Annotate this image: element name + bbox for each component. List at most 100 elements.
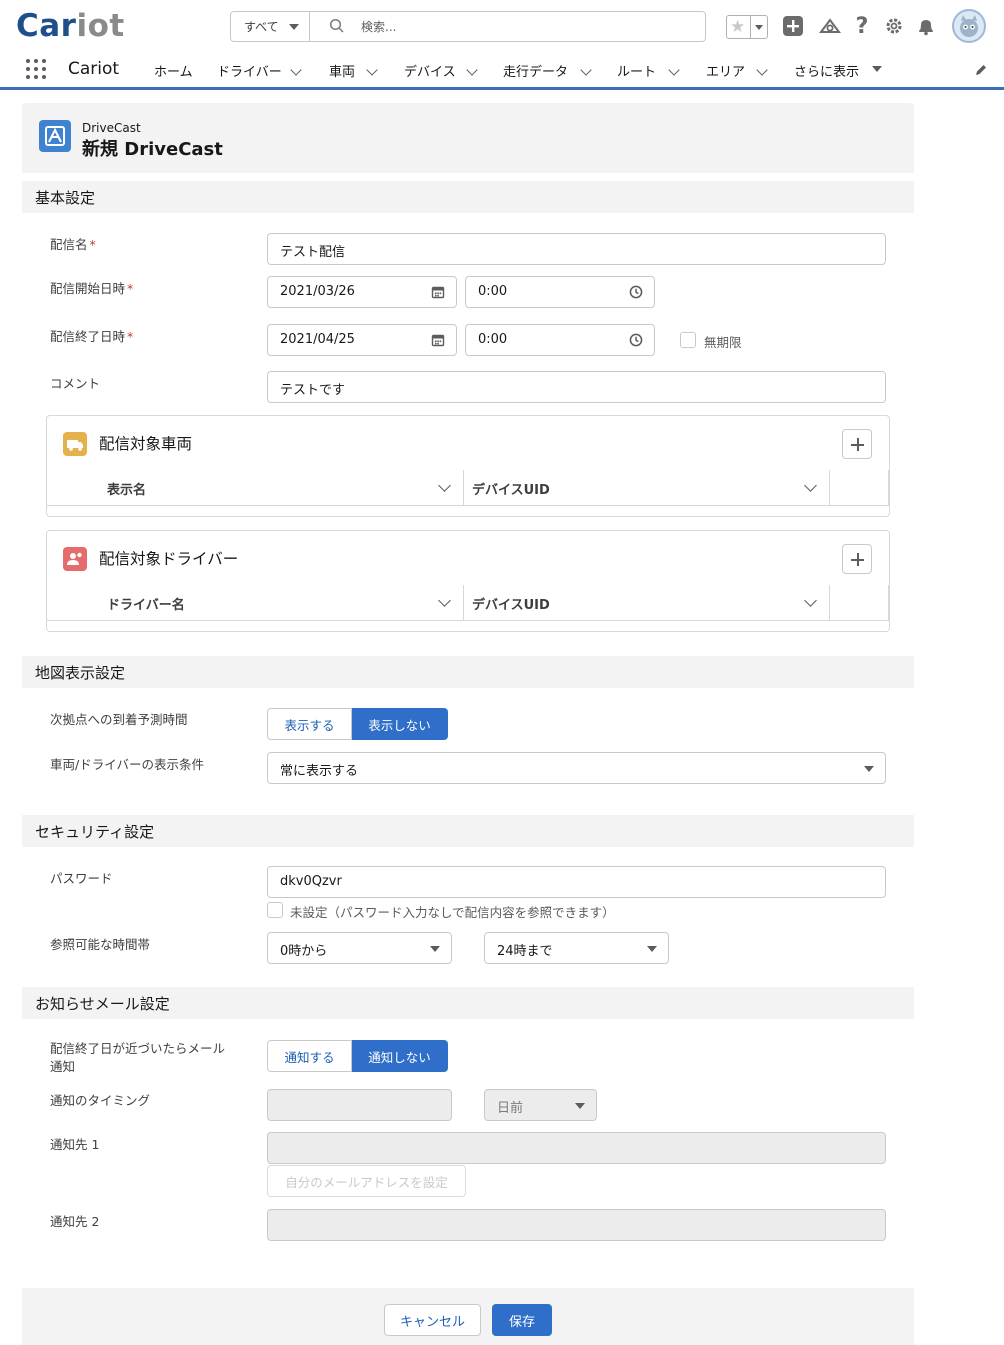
logo-text-rest: iot — [76, 8, 125, 44]
app-navigation-bar: Cariot ホーム ドライバー 車両 デバイス 走行データ ルート エリア さ… — [0, 52, 1004, 90]
global-actions-icon[interactable] — [781, 14, 805, 38]
related-title-drivers: 配信対象ドライバー — [99, 550, 239, 568]
hours-from-value: 0時から — [280, 944, 328, 959]
chevron-down-icon[interactable] — [756, 64, 768, 76]
start-time-input[interactable]: 0:00 — [465, 276, 655, 308]
pencil-icon[interactable] — [974, 63, 988, 77]
column-header-device-uid[interactable]: デバイスUID — [472, 479, 550, 498]
save-button[interactable]: 保存 — [492, 1304, 552, 1336]
caret-down-icon — [647, 946, 657, 952]
nav-item-driver[interactable]: ドライバー — [217, 61, 282, 80]
password-unset-checkbox[interactable] — [267, 902, 283, 918]
nav-item-route[interactable]: ルート — [617, 61, 656, 80]
search-input[interactable] — [361, 18, 691, 36]
nav-item-more[interactable]: さらに表示 — [794, 61, 859, 80]
field-label-comment: コメント — [50, 376, 101, 391]
section-header-security[interactable]: セキュリティ設定 — [22, 815, 914, 847]
field-label-hours: 参照可能な時間帯 — [50, 937, 151, 952]
clock-icon[interactable] — [629, 333, 643, 347]
search-scope-select[interactable]: すべて — [231, 12, 310, 41]
gear-icon[interactable] — [882, 14, 906, 38]
chevron-down-icon[interactable] — [466, 64, 478, 76]
caret-down-icon[interactable] — [872, 66, 882, 72]
end-date-input[interactable]: 2021/04/25 — [267, 324, 457, 356]
add-driver-button[interactable] — [842, 544, 872, 574]
chevron-down-icon[interactable] — [668, 64, 680, 76]
comment-input[interactable]: テストです — [267, 371, 886, 403]
nav-item-area[interactable]: エリア — [706, 61, 745, 80]
display-condition-select[interactable]: 常に表示する — [267, 752, 886, 784]
end-time-input[interactable]: 0:00 — [465, 324, 655, 356]
eta-show-button[interactable]: 表示する — [267, 708, 352, 740]
field-label-timing: 通知のタイミング — [50, 1093, 151, 1108]
app-launcher-icon[interactable] — [26, 59, 46, 79]
cariot-logo[interactable]: Cariot — [16, 8, 125, 44]
field-label-display-condition: 車両/ドライバーの表示条件 — [50, 757, 204, 772]
add-vehicle-button[interactable] — [842, 429, 872, 459]
chevron-down-icon[interactable] — [290, 64, 302, 76]
field-label-password: パスワード — [50, 871, 113, 886]
nav-item-device[interactable]: デバイス — [404, 61, 456, 80]
column-divider — [829, 470, 830, 506]
caret-down-icon — [430, 946, 440, 952]
nav-item-vehicle[interactable]: 車両 — [329, 61, 355, 80]
vehicles-table-header: 表示名 デバイスUID — [47, 470, 889, 506]
user-avatar[interactable] — [952, 9, 986, 43]
password-unset-label: 未設定（パスワード入力なしで配信内容を参照できます） — [290, 905, 615, 920]
related-list-drivers: 配信対象ドライバー ドライバー名 デバイスUID — [46, 530, 890, 632]
hours-from-select[interactable]: 0時から — [267, 932, 452, 964]
trailhead-icon[interactable] — [818, 14, 842, 38]
section-header-map[interactable]: 地図表示設定 — [22, 656, 914, 688]
required-mark: * — [127, 329, 134, 344]
chevron-down-icon[interactable] — [804, 479, 817, 492]
caret-down-icon — [575, 1103, 585, 1109]
related-title-vehicles: 配信対象車両 — [99, 435, 193, 453]
nav-item-home[interactable]: ホーム — [154, 61, 193, 80]
chevron-down-icon[interactable] — [366, 64, 378, 76]
start-date-value: 2021/03/26 — [280, 284, 355, 299]
eta-hide-button[interactable]: 表示しない — [352, 708, 448, 740]
help-icon[interactable]: ? — [850, 14, 874, 39]
field-label-start: 配信開始日時 * — [50, 281, 134, 296]
section-header-mail[interactable]: お知らせメール設定 — [22, 987, 914, 1019]
logo-text-main: Car — [16, 8, 77, 44]
notification-bell-icon[interactable] — [914, 14, 938, 38]
unlimited-checkbox[interactable] — [680, 332, 696, 348]
hours-to-select[interactable]: 24時まで — [484, 932, 669, 964]
column-header-device-uid[interactable]: デバイスUID — [472, 594, 550, 613]
notify-on-button[interactable]: 通知する — [267, 1040, 352, 1072]
nav-item-trip-data[interactable]: 走行データ — [503, 61, 568, 80]
unlimited-label: 無期限 — [704, 335, 742, 350]
column-divider — [829, 585, 830, 621]
cancel-button[interactable]: キャンセル — [384, 1304, 481, 1336]
section-header-basic[interactable]: 基本設定 — [22, 181, 914, 213]
timing-unit-select: 日前 — [484, 1089, 597, 1121]
calendar-icon[interactable] — [431, 333, 445, 347]
favorites-dropdown-icon[interactable] — [750, 16, 767, 38]
column-header-driver-name[interactable]: ドライバー名 — [107, 594, 185, 613]
chevron-down-icon[interactable] — [804, 594, 817, 607]
start-time-value: 0:00 — [478, 284, 508, 299]
chevron-down-icon[interactable] — [438, 594, 451, 607]
column-header-display-name[interactable]: 表示名 — [107, 479, 146, 498]
name-input[interactable]: テスト配信 — [267, 233, 886, 265]
timing-days-input — [267, 1089, 452, 1121]
field-label-name: 配信名 * — [50, 237, 96, 252]
password-input[interactable]: dkv0Qzvr — [267, 866, 886, 898]
field-label-notify: 配信終了日が近づいたらメール 通知 — [50, 1040, 225, 1076]
chevron-down-icon[interactable] — [580, 64, 592, 76]
drivers-table-header: ドライバー名 デバイスUID — [47, 585, 889, 621]
required-mark: * — [127, 281, 134, 296]
field-label-eta: 次拠点への到着予測時間 — [50, 712, 188, 727]
page-title: 新規 DriveCast — [82, 139, 223, 160]
notify-off-button[interactable]: 通知しない — [352, 1040, 448, 1072]
chevron-down-icon[interactable] — [438, 479, 451, 492]
clock-icon[interactable] — [629, 285, 643, 299]
start-date-input[interactable]: 2021/03/26 — [267, 276, 457, 308]
end-date-value: 2021/04/25 — [280, 332, 355, 347]
required-mark: * — [89, 237, 96, 252]
eta-toggle-group: 表示する 表示しない — [267, 708, 448, 740]
favorites-button[interactable]: ★ — [726, 15, 768, 39]
calendar-icon[interactable] — [431, 285, 445, 299]
search-icon — [329, 18, 344, 33]
